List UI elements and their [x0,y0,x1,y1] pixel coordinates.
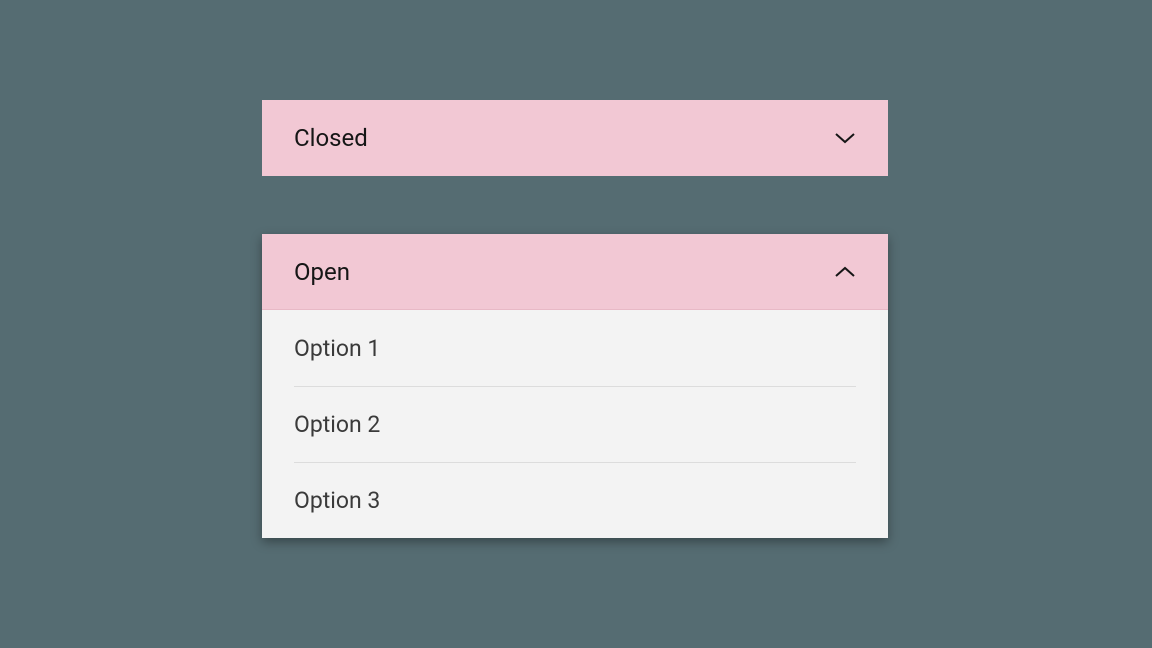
dropdown-closed-header[interactable]: Closed [262,100,888,176]
dropdown-option[interactable]: Option 2 [262,386,888,462]
dropdown-closed-label: Closed [294,124,368,152]
dropdown-option-label: Option 1 [294,335,380,362]
chevron-down-icon [834,127,856,149]
dropdown-open-header[interactable]: Open [262,234,888,310]
dropdown-option[interactable]: Option 3 [262,462,888,538]
dropdown-option-label: Option 3 [294,487,380,514]
dropdown-options-list: Option 1 Option 2 Option 3 [262,310,888,538]
dropdown-option-label: Option 2 [294,411,380,438]
dropdown-closed[interactable]: Closed [262,100,888,176]
chevron-up-icon [834,261,856,283]
dropdown-option[interactable]: Option 1 [262,310,888,386]
dropdown-open[interactable]: Open Option 1 Option 2 Option 3 [262,234,888,538]
dropdown-open-label: Open [294,258,350,286]
